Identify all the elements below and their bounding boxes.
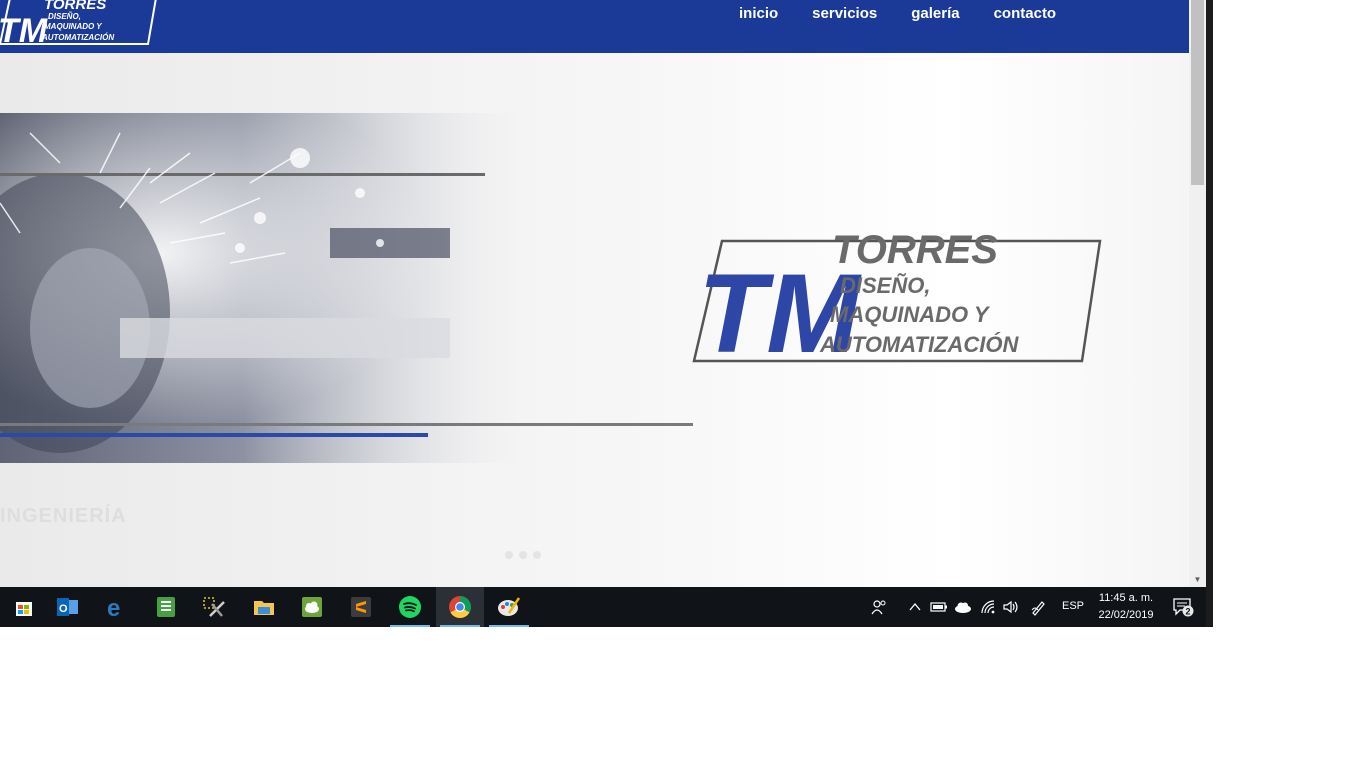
logo-tagline-2: MAQUINADO Y <box>44 22 102 31</box>
logo-tagline-3: AUTOMATIZACIÓN <box>41 33 114 42</box>
windows-taskbar: O e ESP 11:45 a. m. 22/02/2019 2 <box>0 587 1206 627</box>
spotify-icon[interactable] <box>386 587 434 627</box>
spotify-running-indicator <box>390 625 430 627</box>
wifi-icon[interactable] <box>980 587 996 627</box>
scrollbar-thumb[interactable] <box>1191 0 1204 185</box>
nav-link-contacto[interactable]: contacto <box>994 5 1057 22</box>
svg-text:O: O <box>59 603 68 615</box>
logo-tagline-1: DISEÑO, <box>48 12 81 21</box>
hero-slider: TM TORRES DISEÑO, MAQUINADO Y AUTOMATIZA… <box>0 53 1189 587</box>
snipping-tool-icon[interactable] <box>190 587 238 627</box>
input-language-indicator[interactable]: ESP <box>1062 600 1084 612</box>
file-explorer-icon[interactable] <box>240 587 288 627</box>
battery-icon[interactable] <box>930 587 948 627</box>
action-center-icon[interactable]: 2 <box>1172 587 1196 627</box>
edge-icon[interactable]: e <box>93 587 141 627</box>
pen-workspace-icon[interactable] <box>1030 587 1048 627</box>
outlook-icon[interactable]: O <box>44 587 92 627</box>
hero-logo-name: TORRES <box>832 228 998 272</box>
site-navbar: TM TORRES DISEÑO, MAQUINADO Y AUTOMATIZA… <box>0 0 1189 53</box>
onedrive-cloud-icon[interactable] <box>954 587 972 627</box>
nav-link-galeria[interactable]: galería <box>911 5 959 22</box>
hero-logo-tagline-3: AUTOMATIZACIÓN <box>819 332 1019 357</box>
paint-running-indicator <box>489 625 529 627</box>
volume-icon[interactable] <box>1002 587 1020 627</box>
microsoft-store-icon[interactable] <box>0 587 48 627</box>
window-border <box>1206 0 1213 627</box>
hero-machining-photo <box>0 113 693 463</box>
clock-time: 11:45 a. m. <box>1098 592 1154 604</box>
page-scrollbar[interactable]: ▼ <box>1189 0 1206 587</box>
sublime-text-icon[interactable] <box>337 587 385 627</box>
nav-link-servicios[interactable]: servicios <box>812 5 877 22</box>
main-nav: inicio servicios galería contacto <box>739 5 1056 22</box>
browser-viewport: TM TORRES DISEÑO, MAQUINADO Y AUTOMATIZA… <box>0 0 1189 587</box>
hero-logo-tagline-2: MAQUINADO Y <box>830 302 991 327</box>
logo-initials: TM <box>0 12 48 46</box>
hero-logo-tagline-1: DISEÑO, <box>840 273 930 298</box>
scroll-down-arrow-icon[interactable]: ▼ <box>1189 575 1206 585</box>
people-icon[interactable] <box>871 587 887 627</box>
paint-icon[interactable] <box>485 587 533 627</box>
slider-dot-2[interactable] <box>519 551 527 559</box>
chevron-up-icon[interactable] <box>908 587 922 627</box>
hero-brand-logo: TM TORRES DISEÑO, MAQUINADO Y AUTOMATIZA… <box>692 228 1102 368</box>
chrome-icon[interactable] <box>436 587 484 627</box>
slider-dots <box>505 551 541 559</box>
slider-dot-3[interactable] <box>533 551 541 559</box>
taskbar-clock[interactable]: 11:45 a. m. 22/02/2019 <box>1094 590 1158 624</box>
nav-link-inicio[interactable]: inicio <box>739 5 778 22</box>
chrome-running-indicator <box>440 625 480 627</box>
site-logo[interactable]: TM TORRES DISEÑO, MAQUINADO Y AUTOMATIZA… <box>0 0 160 46</box>
svg-text:e: e <box>107 596 120 618</box>
slider-dot-1[interactable] <box>505 551 513 559</box>
cloud-app-icon[interactable] <box>288 587 336 627</box>
notes-icon[interactable] <box>142 587 190 627</box>
hero-watermark-text: INGENIERÍA <box>0 505 127 527</box>
notification-count: 2 <box>1186 607 1191 617</box>
clock-date: 22/02/2019 <box>1098 609 1154 621</box>
